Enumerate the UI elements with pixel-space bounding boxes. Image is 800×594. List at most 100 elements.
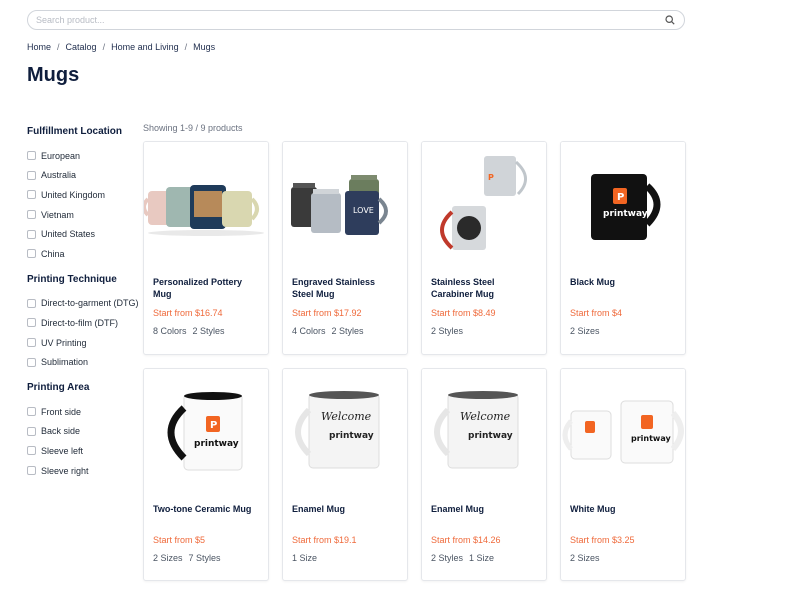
filter-sidebar: Fulfillment Location European Australia …: [27, 126, 139, 490]
page-title: Mugs: [27, 64, 80, 86]
filter-option[interactable]: Sleeve right: [27, 461, 139, 481]
svg-text:printway: printway: [631, 434, 671, 443]
filter-label: European: [41, 150, 81, 161]
checkbox[interactable]: [27, 466, 36, 476]
product-card[interactable]: LOVE Engraved Stainless Steel Mug Start …: [282, 141, 408, 355]
filter-option[interactable]: United States: [27, 224, 139, 244]
filter-option[interactable]: European: [27, 146, 139, 166]
svg-text:Welcome: Welcome: [460, 410, 511, 423]
product-image[interactable]: [144, 142, 268, 268]
svg-text:LOVE: LOVE: [353, 206, 374, 215]
filter-label: United States: [41, 229, 96, 240]
product-name[interactable]: Two-tone Ceramic Mug: [153, 503, 259, 531]
filter-group-printing-area: Printing Area Front side Back side Sleev…: [27, 382, 139, 480]
product-meta: 8 Colors 2 Styles: [153, 326, 225, 336]
filter-label: Sublimation: [41, 357, 89, 368]
filter-option[interactable]: UV Printing: [27, 333, 139, 353]
checkbox[interactable]: [27, 249, 36, 259]
search-input[interactable]: [36, 15, 664, 25]
filter-option[interactable]: Sublimation: [27, 352, 139, 372]
filter-option[interactable]: Back side: [27, 422, 139, 442]
checkbox[interactable]: [27, 170, 36, 180]
checkbox[interactable]: [27, 318, 36, 328]
product-grid: Personalized Pottery Mug Start from $16.…: [143, 141, 686, 581]
breadcrumb-home[interactable]: Home: [27, 42, 51, 52]
product-image[interactable]: printway: [561, 369, 685, 495]
product-card[interactable]: P Stainless Steel Carabiner Mug Start fr…: [421, 141, 547, 355]
product-price: Start from $19.1: [292, 535, 357, 545]
product-meta: 4 Colors 2 Styles: [292, 326, 364, 336]
product-meta: 2 Sizes: [570, 326, 600, 336]
filter-option[interactable]: Australia: [27, 166, 139, 186]
svg-text:printway: printway: [194, 439, 239, 449]
filter-option[interactable]: Sleeve left: [27, 441, 139, 461]
product-meta: 2 Styles: [431, 326, 464, 336]
product-card[interactable]: P printway Black Mug Start from $4 2 Siz…: [560, 141, 686, 355]
filter-group-fulfillment-location: Fulfillment Location European Australia …: [27, 126, 139, 264]
svg-text:P: P: [488, 173, 494, 182]
search-icon[interactable]: [664, 14, 676, 26]
product-card[interactable]: printway White Mug Start from $3.25 2 Si…: [560, 368, 686, 581]
filter-label: United Kingdom: [41, 189, 106, 200]
checkbox[interactable]: [27, 446, 36, 456]
svg-text:printway: printway: [603, 209, 648, 219]
filter-label: Sleeve left: [41, 445, 84, 456]
checkbox[interactable]: [27, 151, 36, 161]
filter-option[interactable]: Front side: [27, 402, 139, 422]
product-price: Start from $5: [153, 535, 206, 545]
filter-title: Printing Technique: [27, 273, 117, 285]
filter-label: Vietnam: [41, 209, 74, 220]
breadcrumb-home-and-living[interactable]: Home and Living: [111, 42, 179, 52]
product-name[interactable]: Enamel Mug: [431, 503, 537, 531]
product-image[interactable]: P: [422, 142, 546, 268]
checkbox[interactable]: [27, 210, 36, 220]
filter-label: Direct-to-film (DTF): [41, 317, 118, 328]
product-card[interactable]: Welcome printway Enamel Mug Start from $…: [282, 368, 408, 581]
checkbox[interactable]: [27, 426, 36, 436]
checkbox[interactable]: [27, 298, 36, 308]
product-name[interactable]: Enamel Mug: [292, 503, 398, 531]
product-name[interactable]: Personalized Pottery Mug: [153, 276, 259, 304]
checkbox[interactable]: [27, 357, 36, 367]
filter-title: Fulfillment Location: [27, 126, 122, 137]
checkbox[interactable]: [27, 338, 36, 348]
product-name[interactable]: Stainless Steel Carabiner Mug: [431, 276, 537, 304]
svg-text:P: P: [617, 192, 624, 203]
product-card[interactable]: Welcome printway Enamel Mug Start from $…: [421, 368, 547, 581]
product-image[interactable]: P printway: [144, 369, 268, 495]
filter-option[interactable]: Vietnam: [27, 205, 139, 225]
filter-label: Direct-to-garment (DTG): [41, 298, 139, 309]
product-image[interactable]: LOVE: [283, 142, 407, 268]
filter-label: UV Printing: [41, 337, 87, 348]
product-image[interactable]: Welcome printway: [283, 369, 407, 495]
svg-text:Welcome: Welcome: [321, 410, 372, 423]
filter-option[interactable]: China: [27, 244, 139, 264]
product-name[interactable]: Engraved Stainless Steel Mug: [292, 276, 398, 304]
product-meta: 1 Size: [292, 553, 318, 563]
product-price: Start from $16.74: [153, 308, 223, 318]
product-name[interactable]: Black Mug: [570, 276, 676, 304]
product-meta: 2 Sizes: [570, 553, 600, 563]
product-card[interactable]: Personalized Pottery Mug Start from $16.…: [143, 141, 269, 355]
checkbox[interactable]: [27, 407, 36, 417]
breadcrumb-catalog[interactable]: Catalog: [66, 42, 97, 52]
product-image[interactable]: Welcome printway: [422, 369, 546, 495]
product-price: Start from $4: [570, 308, 623, 318]
product-meta: 2 Sizes 7 Styles: [153, 553, 221, 563]
filter-option[interactable]: United Kingdom: [27, 185, 139, 205]
filter-group-printing-technique: Printing Technique Direct-to-garment (DT…: [27, 274, 139, 372]
checkbox[interactable]: [27, 190, 36, 200]
filter-label: China: [41, 248, 65, 259]
product-name[interactable]: White Mug: [570, 503, 676, 531]
breadcrumb: Home / Catalog / Home and Living / Mugs: [27, 42, 215, 52]
filter-label: Front side: [41, 406, 82, 417]
filter-label: Sleeve right: [41, 465, 89, 476]
search-bar[interactable]: [27, 10, 685, 30]
product-meta: 2 Styles 1 Size: [431, 553, 495, 563]
filter-option[interactable]: Direct-to-film (DTF): [27, 313, 139, 333]
product-card[interactable]: P printway Two-tone Ceramic Mug Start fr…: [143, 368, 269, 581]
breadcrumb-separator: /: [102, 42, 106, 52]
checkbox[interactable]: [27, 229, 36, 239]
product-image[interactable]: P printway: [561, 142, 685, 268]
filter-option[interactable]: Direct-to-garment (DTG): [27, 294, 139, 314]
